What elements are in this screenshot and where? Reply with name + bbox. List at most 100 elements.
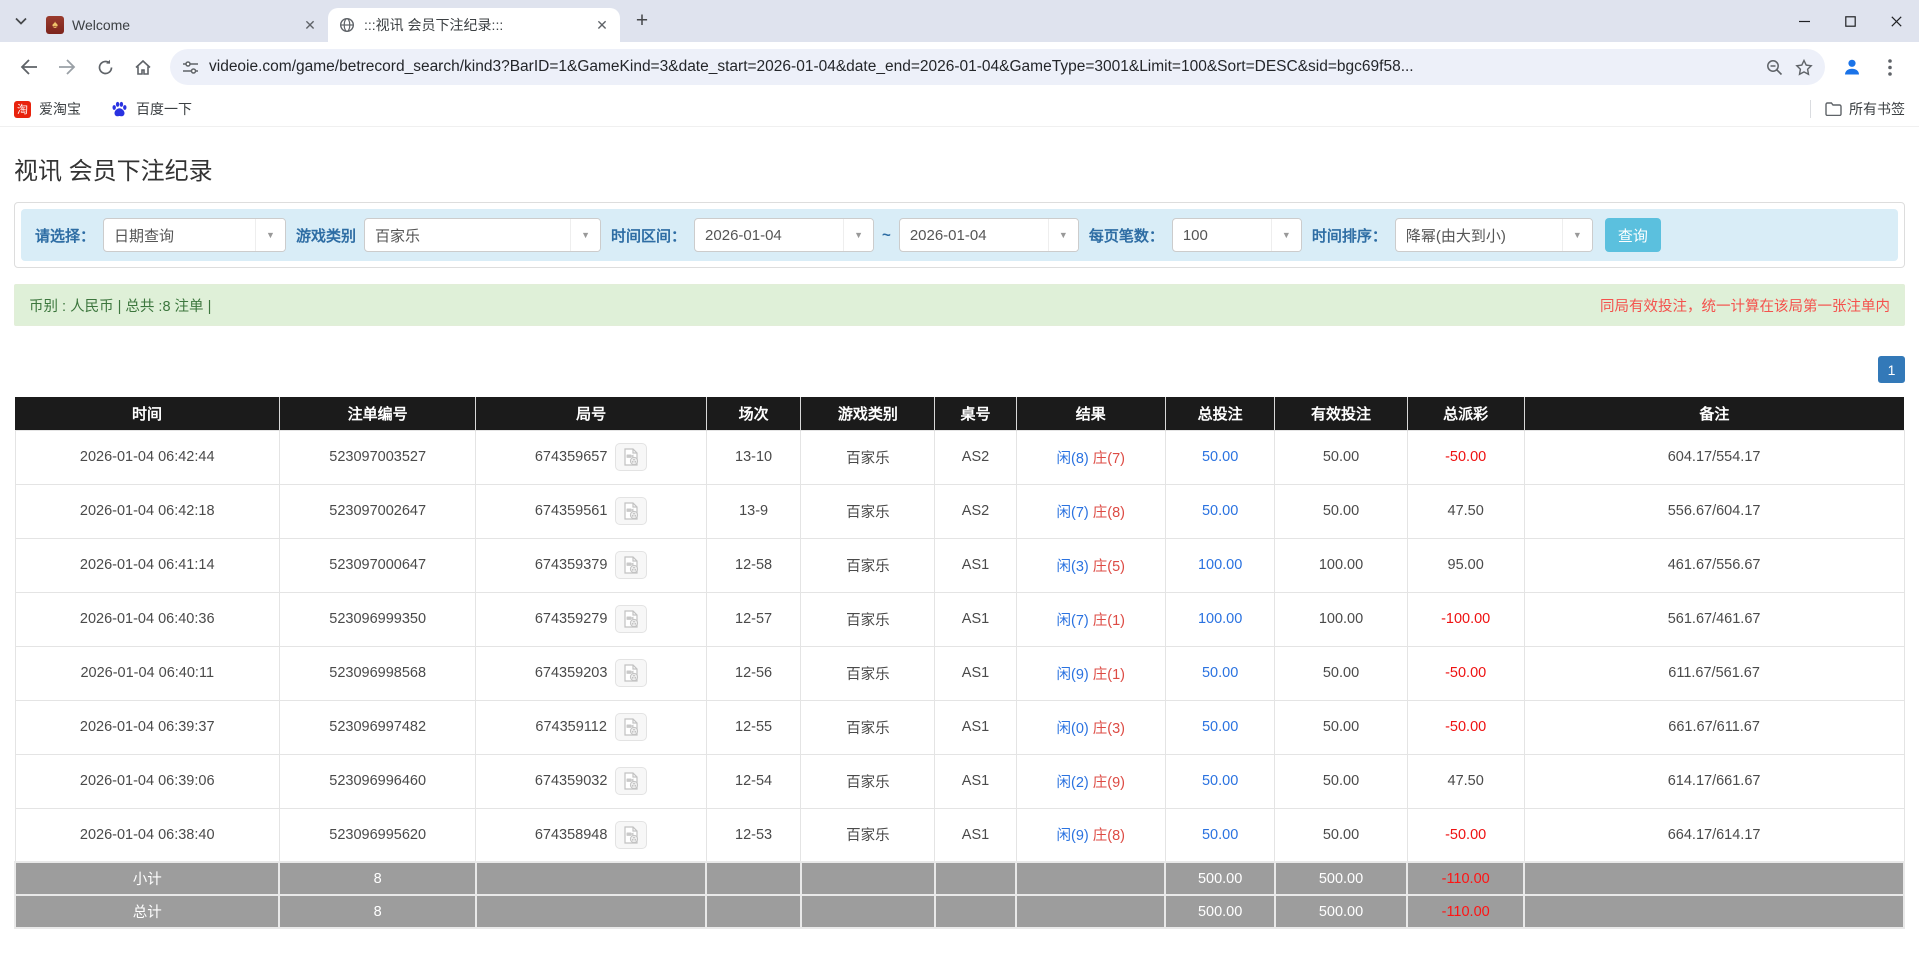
col-table-no: 桌号 <box>935 397 1016 430</box>
url-text[interactable]: videoie.com/game/betrecord_search/kind3?… <box>209 58 1759 76</box>
col-time: 时间 <box>15 397 279 430</box>
browser-toolbar: videoie.com/game/betrecord_search/kind3?… <box>0 42 1919 92</box>
cell-total-bet[interactable]: 50.00 <box>1165 700 1275 754</box>
three-dot-menu-icon <box>1888 59 1892 76</box>
cell-valid-bet: 50.00 <box>1275 646 1407 700</box>
welcome-favicon-icon: ♠ <box>46 16 64 34</box>
chevron-down-icon[interactable]: ▼ <box>255 219 285 251</box>
new-tab-button[interactable]: + <box>628 7 656 35</box>
total-bet-link[interactable]: 50.00 <box>1202 503 1238 519</box>
tab-close-icon[interactable]: ✕ <box>592 15 612 35</box>
video-replay-button[interactable] <box>615 443 647 471</box>
cell-bet-no: 523096998568 <box>279 646 475 700</box>
round-number: 674359203 <box>535 665 608 681</box>
result-banker: 庄(7) <box>1093 451 1125 467</box>
query-type-select[interactable]: 日期查询 ▼ <box>103 218 286 252</box>
cell-remark: 461.67/556.67 <box>1524 538 1904 592</box>
bookmark-baidu[interactable]: 百度一下 <box>111 99 192 119</box>
total-bet-link[interactable]: 100.00 <box>1198 557 1242 573</box>
total-bet-link[interactable]: 50.00 <box>1202 773 1238 789</box>
subtotal-row-empty <box>1524 862 1904 895</box>
table-row: 2026-01-04 06:38:40523096995620674358948… <box>15 808 1904 862</box>
cell-payout: -50.00 <box>1407 700 1524 754</box>
site-settings-icon[interactable] <box>182 59 199 76</box>
cell-total-bet[interactable]: 100.00 <box>1165 538 1275 592</box>
zoom-out-icon[interactable] <box>1759 52 1789 82</box>
cell-payout: 47.50 <box>1407 754 1524 808</box>
maximize-button[interactable] <box>1827 0 1873 42</box>
tab-title: Welcome <box>72 17 292 33</box>
page-1-button[interactable]: 1 <box>1878 356 1905 383</box>
total-bet-link[interactable]: 50.00 <box>1202 665 1238 681</box>
total-bet-link[interactable]: 50.00 <box>1202 449 1238 465</box>
all-bookmarks-button[interactable]: 所有书签 <box>1825 99 1905 119</box>
col-payout: 总派彩 <box>1407 397 1524 430</box>
cell-table-no: AS1 <box>935 808 1016 862</box>
video-replay-button[interactable] <box>615 713 647 741</box>
home-button[interactable] <box>126 50 160 84</box>
video-replay-button[interactable] <box>615 767 647 795</box>
chevron-down-icon[interactable]: ▼ <box>843 219 873 251</box>
video-replay-button[interactable] <box>615 605 647 633</box>
total-bet-link[interactable]: 50.00 <box>1202 827 1238 843</box>
bookmark-taobao[interactable]: 淘 爱淘宝 <box>14 99 81 119</box>
video-replay-button[interactable] <box>615 659 647 687</box>
chevron-down-icon[interactable]: ▼ <box>1271 219 1301 251</box>
chevron-down-icon[interactable]: ▼ <box>1048 219 1078 251</box>
chevron-down-icon[interactable]: ▼ <box>1562 219 1592 251</box>
profile-button[interactable] <box>1835 50 1869 84</box>
cell-payout: -100.00 <box>1407 592 1524 646</box>
game-kind-select[interactable]: 百家乐 ▼ <box>364 218 601 252</box>
cell-table-no: AS1 <box>935 592 1016 646</box>
tab-close-icon[interactable]: ✕ <box>300 15 320 35</box>
cell-valid-bet: 50.00 <box>1275 484 1407 538</box>
cell-total-bet[interactable]: 50.00 <box>1165 484 1275 538</box>
table-row: 2026-01-04 06:39:06523096996460674359032… <box>15 754 1904 808</box>
date-start-input[interactable]: 2026-01-04 ▼ <box>694 218 874 252</box>
menu-button[interactable] <box>1873 50 1907 84</box>
reload-icon <box>97 59 114 76</box>
date-end-value: 2026-01-04 <box>900 219 1048 251</box>
forward-button[interactable] <box>50 50 84 84</box>
per-page-select[interactable]: 100 ▼ <box>1172 218 1302 252</box>
bookmark-star-icon[interactable] <box>1789 52 1819 82</box>
search-button[interactable]: 查询 <box>1605 218 1661 252</box>
result-player: 闲(3) <box>1056 559 1088 575</box>
total-bet-link[interactable]: 50.00 <box>1202 719 1238 735</box>
result-player: 闲(7) <box>1056 613 1088 629</box>
minimize-button[interactable] <box>1781 0 1827 42</box>
cell-total-bet[interactable]: 50.00 <box>1165 754 1275 808</box>
cell-payout: -50.00 <box>1407 808 1524 862</box>
tab-bet-records[interactable]: :::视讯 会员下注纪录::: ✕ <box>328 8 620 42</box>
chevron-down-icon[interactable]: ▼ <box>570 219 600 251</box>
cell-round-no: 674359379 <box>476 538 706 592</box>
cell-total-bet[interactable]: 50.00 <box>1165 430 1275 484</box>
reload-button[interactable] <box>88 50 122 84</box>
back-button[interactable] <box>12 50 46 84</box>
cell-bet-no: 523097002647 <box>279 484 475 538</box>
game-kind-label: 游戏类别 <box>296 225 356 246</box>
close-window-button[interactable] <box>1873 0 1919 42</box>
cell-total-bet[interactable]: 50.00 <box>1165 808 1275 862</box>
address-bar[interactable]: videoie.com/game/betrecord_search/kind3?… <box>170 49 1825 85</box>
tab-search-button[interactable] <box>6 6 36 36</box>
total-row-empty <box>1016 895 1165 928</box>
result-player: 闲(9) <box>1056 828 1088 844</box>
cell-total-bet[interactable]: 100.00 <box>1165 592 1275 646</box>
video-replay-button[interactable] <box>615 551 647 579</box>
cell-total-bet[interactable]: 50.00 <box>1165 646 1275 700</box>
result-player: 闲(0) <box>1056 721 1088 737</box>
payout-value: -50.00 <box>1445 719 1486 735</box>
currency-total-text: 币别 : 人民币 | 总共 :8 注单 | <box>29 295 211 316</box>
date-end-input[interactable]: 2026-01-04 ▼ <box>899 218 1079 252</box>
total-bet-link[interactable]: 100.00 <box>1198 611 1242 627</box>
subtotal-row-empty <box>706 862 800 895</box>
cell-result: 闲(2) 庄(9) <box>1016 754 1165 808</box>
cell-session: 12-58 <box>706 538 800 592</box>
video-replay-button[interactable] <box>615 497 647 525</box>
cell-game-kind: 百家乐 <box>801 700 935 754</box>
sort-select[interactable]: 降幂(由大到小) ▼ <box>1395 218 1593 252</box>
video-replay-button[interactable] <box>615 821 647 849</box>
tab-welcome[interactable]: ♠ Welcome ✕ <box>36 8 328 42</box>
back-arrow-icon <box>20 59 38 75</box>
